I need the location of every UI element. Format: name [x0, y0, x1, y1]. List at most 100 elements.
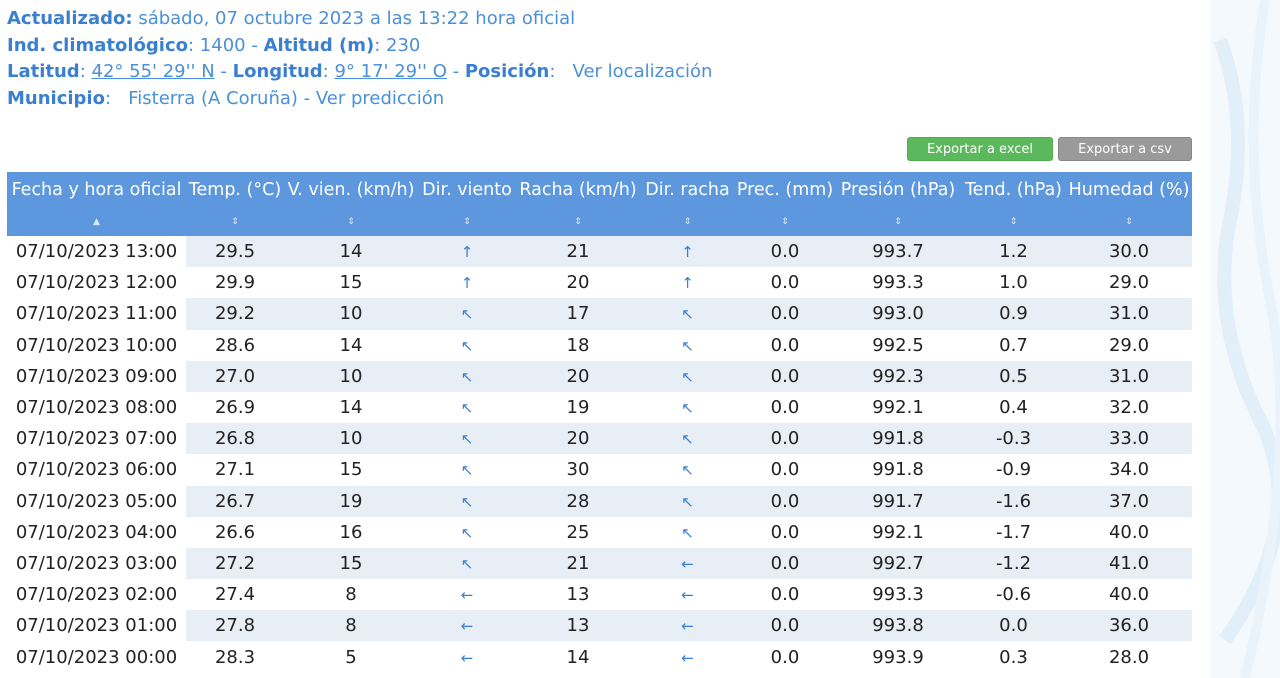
table-row: 07/10/2023 08:00 26.9 14 ↖ 19 ↖ 0.0 992.1 0.4 32.…: [7, 391, 1192, 424]
gust-direction-cell: ↖: [640, 360, 735, 392]
pressure-cell: 993.9: [835, 641, 961, 673]
arrow-up-left-icon: ↖: [681, 492, 694, 511]
date-time-cell: 07/10/2023 10:00: [7, 329, 186, 361]
humidity-cell: 28.0: [1066, 641, 1192, 673]
precipitation-cell: 0.0: [735, 485, 835, 517]
arrow-up-left-icon: ↖: [681, 461, 694, 480]
pressure-cell: 992.5: [835, 329, 961, 361]
arrow-up-left-icon: ↖: [681, 399, 694, 418]
humidity-cell: 29.0: [1066, 329, 1192, 361]
pressure-cell: 992.7: [835, 547, 961, 580]
column-header-gust-direction[interactable]: Dir. racha: [640, 172, 735, 208]
gust-direction-cell: ←: [640, 579, 735, 611]
tendency-cell: 0.5: [961, 360, 1066, 392]
date-time-cell: 07/10/2023 11:00: [7, 298, 186, 330]
wind-direction-cell: ↖: [418, 391, 516, 424]
temperature-cell: 26.7: [186, 485, 284, 517]
wind-direction-cell: ↖: [418, 547, 516, 580]
wind-speed-cell: 15: [284, 454, 418, 486]
sort-icon[interactable]: ⇕: [961, 208, 1066, 236]
date-time-cell: 07/10/2023 01:00: [7, 610, 186, 642]
temperature-cell: 27.1: [186, 454, 284, 486]
latitude-dash: -: [214, 61, 233, 82]
precipitation-cell: 0.0: [735, 610, 835, 642]
ind-value: : 1400 -: [188, 34, 264, 56]
date-time-cell: 07/10/2023 12:00: [7, 267, 186, 299]
gust-cell: 21: [516, 547, 640, 580]
arrow-up-left-icon: ↖: [460, 492, 474, 511]
gust-cell: 21: [516, 236, 640, 268]
column-header-date-time[interactable]: Fecha y hora oficial: [7, 172, 186, 208]
arrow-left-icon: ←: [460, 648, 474, 667]
wind-direction-cell: ↖: [418, 454, 516, 486]
column-header-precipitation[interactable]: Prec. (mm): [735, 172, 835, 208]
wind-speed-cell: 10: [284, 360, 418, 392]
gust-cell: 25: [516, 516, 640, 548]
ind-label: Ind. climatológico: [7, 34, 189, 56]
precipitation-cell: 0.0: [735, 329, 835, 361]
arrow-left-icon: ←: [460, 586, 474, 605]
sort-icon[interactable]: ⇕: [516, 208, 640, 236]
date-time-cell: 07/10/2023 02:00: [7, 579, 186, 611]
arrow-up-left-icon: ↖: [460, 430, 474, 449]
column-header-wind-speed[interactable]: V. vien. (km/h): [284, 172, 418, 208]
sort-icon[interactable]: ⇕: [735, 208, 835, 236]
municipality-link[interactable]: : Fisterra (A Coruña) - Ver predicción: [105, 88, 444, 109]
wind-direction-cell: ↖: [418, 298, 516, 330]
date-time-cell: 07/10/2023 00:00: [7, 641, 186, 673]
gust-cell: 20: [516, 360, 640, 392]
wind-speed-cell: 10: [284, 423, 418, 455]
tendency-cell: -0.3: [961, 423, 1066, 455]
observations-table: Fecha y hora oficial Temp. (°C) V. vien. (…: [7, 172, 1192, 673]
coordinates-row: Latitud: 42° 55' 29'' N - Longitud: 9° 1…: [7, 59, 712, 86]
wind-speed-cell: 8: [284, 610, 418, 642]
position-link[interactable]: : Ver localización: [549, 61, 712, 82]
arrow-up-left-icon: ↖: [681, 367, 694, 386]
column-header-temperature[interactable]: Temp. (°C): [186, 172, 284, 208]
wind-direction-cell: ↖: [418, 423, 516, 455]
sort-icon[interactable]: ⇕: [284, 208, 418, 236]
sort-icon[interactable]: ⇕: [1066, 208, 1192, 236]
sort-icon[interactable]: ⇕: [640, 208, 735, 236]
altitude-value: : 230: [374, 34, 421, 56]
precipitation-cell: 0.0: [735, 454, 835, 486]
tendency-cell: -1.6: [961, 485, 1066, 517]
arrow-left-icon: ←: [681, 648, 694, 667]
sort-icon[interactable]: ⇕: [418, 208, 516, 236]
humidity-cell: 31.0: [1066, 360, 1192, 392]
column-header-pressure[interactable]: Presión (hPa): [835, 172, 961, 208]
table-row: 07/10/2023 09:00 27.0 10 ↖ 20 ↖ 0.0 992.3 0.5 31.…: [7, 360, 1192, 392]
precipitation-cell: 0.0: [735, 267, 835, 299]
humidity-cell: 34.0: [1066, 454, 1192, 486]
arrow-up-left-icon: ↖: [460, 399, 474, 418]
updated-row: Actualizado: sábado, 07 octubre 2023 a l…: [7, 6, 712, 33]
column-header-tendency[interactable]: Tend. (hPa): [961, 172, 1066, 208]
wind-direction-cell: ←: [418, 641, 516, 673]
arrow-up-left-icon: ↖: [681, 305, 694, 324]
wind-speed-cell: 15: [284, 547, 418, 580]
date-time-cell: 07/10/2023 08:00: [7, 391, 186, 424]
wind-speed-cell: 8: [284, 579, 418, 611]
sort-icon[interactable]: ▲: [7, 208, 186, 236]
gust-cell: 20: [516, 423, 640, 455]
gust-cell: 13: [516, 610, 640, 642]
column-header-humidity[interactable]: Humedad (%): [1066, 172, 1192, 208]
humidity-cell: 37.0: [1066, 485, 1192, 517]
arrow-up-left-icon: ↖: [460, 367, 474, 386]
sort-icon[interactable]: ⇕: [835, 208, 961, 236]
sort-icon[interactable]: ⇕: [186, 208, 284, 236]
longitude-value: 9° 17' 29'' O: [334, 61, 447, 82]
gust-cell: 17: [516, 298, 640, 330]
gust-cell: 20: [516, 267, 640, 299]
pressure-cell: 991.7: [835, 485, 961, 517]
precipitation-cell: 0.0: [735, 516, 835, 548]
wind-direction-cell: ↖: [418, 329, 516, 361]
gust-cell: 13: [516, 579, 640, 611]
column-header-wind-direction[interactable]: Dir. viento: [418, 172, 516, 208]
arrow-up-icon: ↑: [460, 243, 474, 262]
export-csv-button[interactable]: Exportar a csv: [1058, 137, 1192, 161]
column-header-gust[interactable]: Racha (km/h): [516, 172, 640, 208]
export-excel-button[interactable]: Exportar a excel: [907, 137, 1053, 161]
altitude-label: Altitud (m): [263, 34, 375, 56]
station-info: Actualizado: sábado, 07 octubre 2023 a l…: [7, 6, 712, 112]
